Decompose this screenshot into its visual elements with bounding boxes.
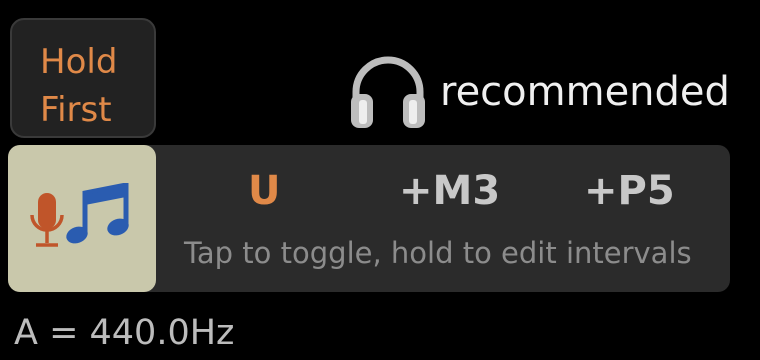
reference-pitch-label[interactable]: A = 440.0Hz: [14, 310, 234, 356]
interval-toggle-perfect-fifth[interactable]: +P5: [584, 165, 675, 217]
interval-panel: U +M3 +P5 Tap to toggle, hold to edit in…: [8, 145, 730, 292]
headphones-icon: [351, 56, 425, 128]
hold-first-button[interactable]: Hold First: [10, 18, 156, 138]
interval-hint-text: Tap to toggle, hold to edit intervals: [184, 236, 692, 270]
music-note-icon: [66, 183, 129, 244]
hold-first-label-line1: Hold: [40, 42, 118, 82]
input-mode-button[interactable]: [8, 145, 156, 292]
headphones-recommended: recommended: [348, 52, 730, 132]
interval-toggle-major-third[interactable]: +M3: [399, 165, 500, 217]
microphone-icon: [30, 193, 64, 247]
hold-first-label-line2: First: [40, 90, 112, 130]
recommended-label: recommended: [440, 69, 730, 115]
interval-toggle-unison[interactable]: U: [248, 165, 280, 217]
